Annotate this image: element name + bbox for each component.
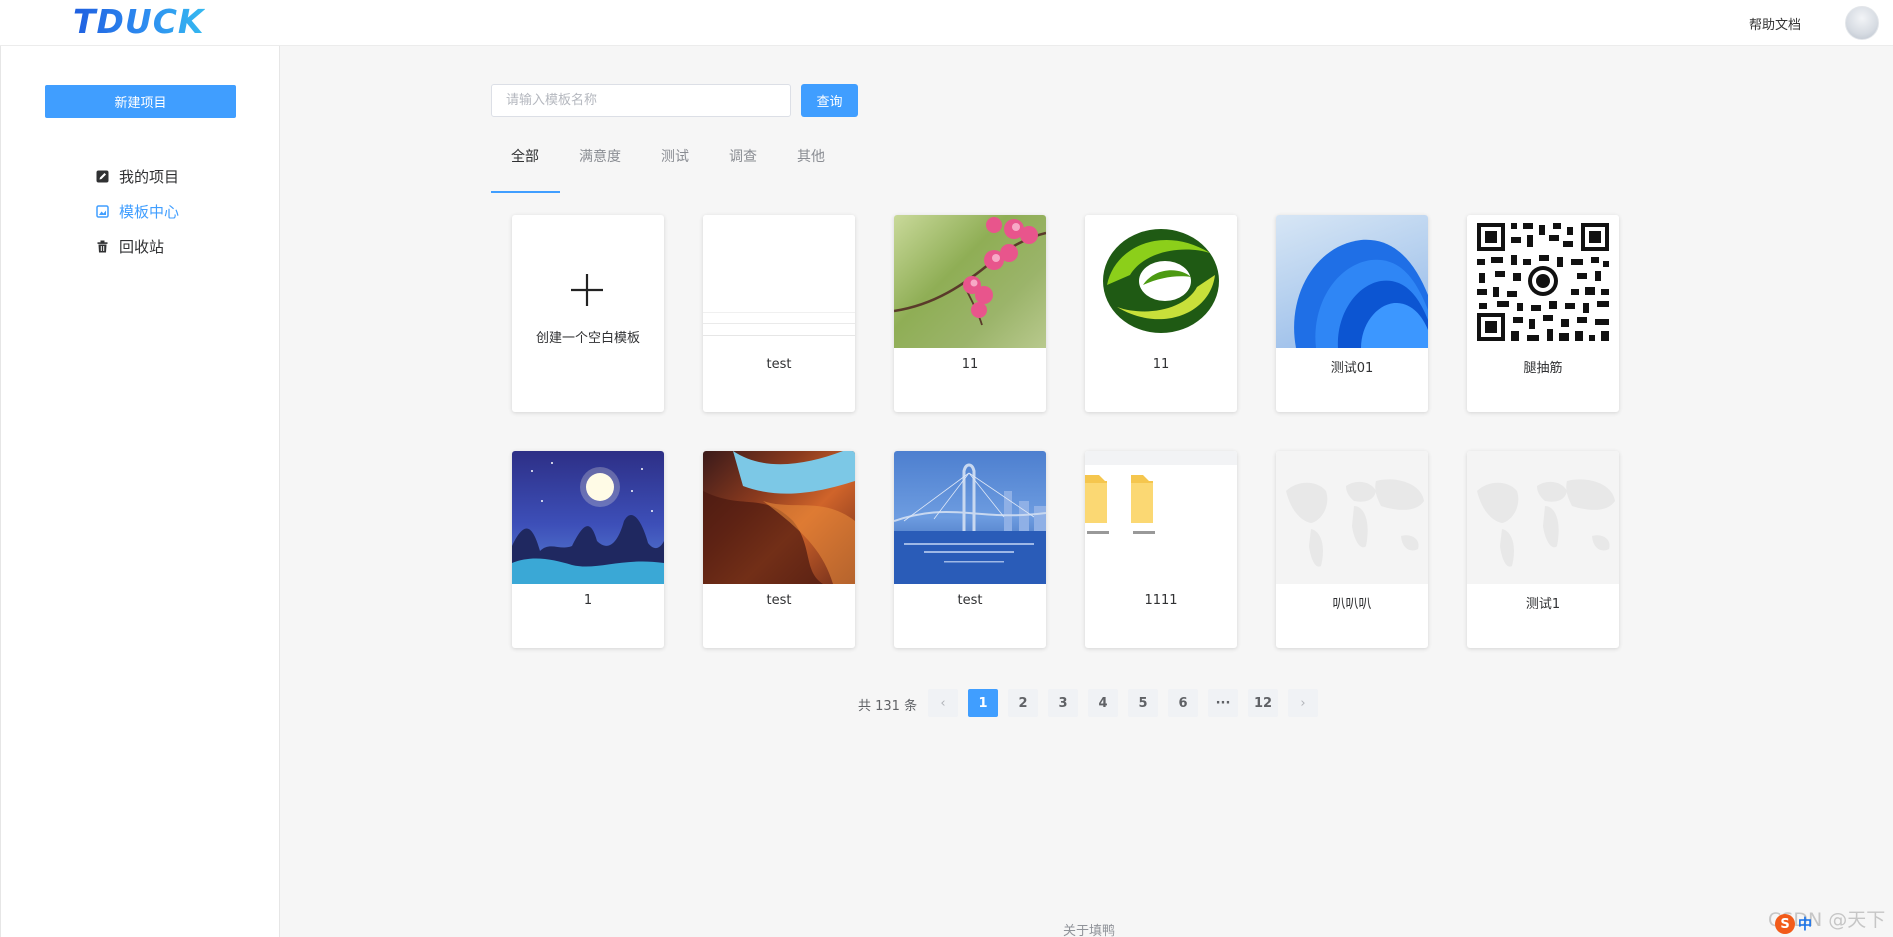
- card-label: 测试1: [1525, 597, 1561, 612]
- bridge-photo: [894, 451, 1046, 584]
- sidebar-item-label: 回收站: [119, 237, 165, 256]
- ime-mode-label: 中: [1798, 917, 1812, 933]
- folders-screenshot: [1085, 451, 1237, 584]
- card-label: test: [766, 593, 792, 608]
- canyon-photo: [703, 451, 855, 584]
- page-2-button[interactable]: 2: [1008, 689, 1038, 717]
- world-map-background: [1276, 451, 1428, 584]
- tduck-logo[interactable]: TDUCK: [73, 2, 205, 41]
- green-logo-image: [1085, 215, 1237, 348]
- page-6-button[interactable]: 6: [1168, 689, 1198, 717]
- more-pages-button[interactable]: ···: [1208, 689, 1238, 717]
- pink-blossom-photo: [894, 215, 1046, 348]
- tab-other[interactable]: 其他: [797, 146, 825, 166]
- sidebar-item-label: 我的项目: [119, 167, 180, 186]
- card-label: 1111: [1144, 593, 1178, 608]
- search-button[interactable]: 查询: [801, 84, 858, 117]
- template-card[interactable]: 11: [894, 215, 1046, 412]
- blank-form-thumbnail: [703, 215, 855, 348]
- template-card[interactable]: test: [703, 215, 855, 412]
- template-card[interactable]: 腿抽筋: [1467, 215, 1619, 412]
- template-card[interactable]: 测试1: [1467, 451, 1619, 648]
- card-label: 1: [583, 593, 593, 608]
- card-label: test: [957, 593, 983, 608]
- page-3-button[interactable]: 3: [1048, 689, 1078, 717]
- edit-icon: [96, 170, 109, 183]
- next-page-button[interactable]: ›: [1288, 689, 1318, 717]
- page-12-button[interactable]: 12: [1248, 689, 1278, 717]
- blue-abstract-wallpaper: [1276, 215, 1428, 348]
- card-label: 创建一个空白模板: [535, 331, 640, 346]
- tab-survey[interactable]: 调查: [729, 146, 757, 166]
- active-tab-indicator: [491, 191, 560, 193]
- card-label: test: [766, 357, 792, 372]
- tab-all[interactable]: 全部: [511, 146, 539, 166]
- template-card[interactable]: 测试01: [1276, 215, 1428, 412]
- qr-code-image: [1467, 215, 1619, 348]
- prev-page-button[interactable]: ‹: [928, 689, 958, 717]
- top-header: TDUCK 帮助文档: [0, 0, 1893, 46]
- image-icon: [96, 204, 109, 218]
- sidebar-item-template-center[interactable]: 模板中心: [96, 200, 179, 222]
- sidebar-item-recycle-bin[interactable]: 回收站: [96, 235, 164, 257]
- moon-night-illustration: [512, 451, 664, 584]
- sidebar: 新建项目 我的项目 模板中心 回收站: [0, 46, 280, 937]
- template-card[interactable]: 叭叭叭: [1276, 451, 1428, 648]
- card-label: 测试01: [1330, 361, 1374, 376]
- template-card[interactable]: test: [703, 451, 855, 648]
- trash-icon: [96, 240, 109, 253]
- card-label: 11: [961, 357, 979, 372]
- sidebar-item-my-projects[interactable]: 我的项目: [96, 165, 179, 187]
- template-card[interactable]: 1111: [1085, 451, 1237, 648]
- card-label: 11: [1152, 357, 1170, 372]
- about-link[interactable]: 关于填鸭: [1063, 920, 1115, 937]
- ime-toolbar[interactable]: S 中: [1775, 912, 1812, 936]
- template-search-input[interactable]: [491, 84, 791, 117]
- create-blank-template-card[interactable]: 创建一个空白模板: [512, 215, 664, 412]
- help-docs-link[interactable]: 帮助文档: [1749, 14, 1801, 33]
- new-project-button[interactable]: 新建项目: [45, 85, 236, 118]
- user-avatar[interactable]: [1845, 6, 1879, 40]
- plus-icon: [571, 274, 603, 306]
- tab-test[interactable]: 测试: [661, 146, 689, 166]
- template-card[interactable]: test: [894, 451, 1046, 648]
- pagination: 共 131 条 ‹ 1 2 3 4 5 6 ··· 12 ›: [0, 689, 1893, 717]
- page-5-button[interactable]: 5: [1128, 689, 1158, 717]
- sidebar-item-label: 模板中心: [119, 202, 180, 221]
- template-card[interactable]: 1: [512, 451, 664, 648]
- total-count: 共 131 条: [858, 699, 918, 714]
- tab-satisfaction[interactable]: 满意度: [579, 146, 621, 166]
- card-label: 叭叭叭: [1332, 597, 1372, 612]
- page-4-button[interactable]: 4: [1088, 689, 1118, 717]
- template-card[interactable]: 11: [1085, 215, 1237, 412]
- card-label: 腿抽筋: [1523, 361, 1563, 376]
- sogou-ime-icon: S: [1775, 914, 1795, 934]
- page-1-button[interactable]: 1: [968, 689, 998, 717]
- world-map-background: [1467, 451, 1619, 584]
